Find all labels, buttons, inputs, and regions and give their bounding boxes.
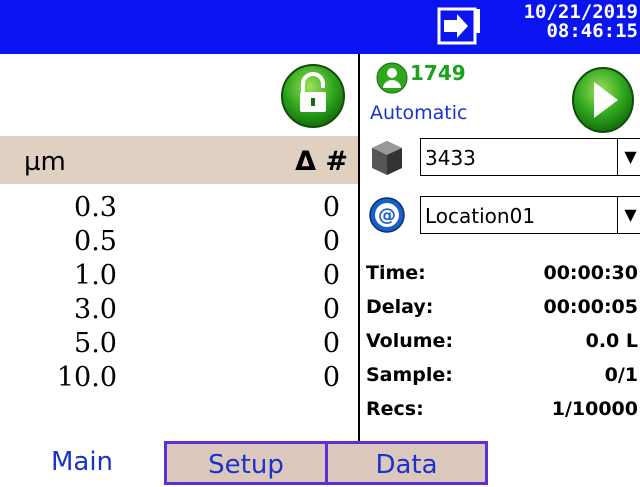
count-cell: 0 [322,192,340,223]
stat-value: 1/10000 [551,398,638,420]
count-cell: 0 [322,226,340,257]
stat-volume: Volume: 0.0 L [366,330,640,364]
size-cell: 0.5 [74,226,117,257]
count-cell: 0 [322,294,340,325]
stat-label: Time: [366,262,426,284]
size-cell: 3.0 [74,294,117,325]
stats-list: Time: 00:00:30 Delay: 00:00:05 Volume: 0… [366,262,640,432]
particle-panel: µm Δ # 0.3 0 0.5 0 1.0 0 3.0 0 5.0 0 10.… [0,54,358,441]
stat-value: 0/1 [604,364,638,386]
stat-recs: Recs: 1/10000 [366,398,640,432]
tab-data[interactable]: Data [328,441,488,485]
location-icon: @ [369,197,405,233]
table-row: 0.5 0 [0,226,358,260]
time-text: 08:46:15 [546,20,638,42]
table-row: 10.0 0 [0,362,358,396]
table-row: 1.0 0 [0,260,358,294]
particle-rows: 0.3 0 0.5 0 1.0 0 3.0 0 5.0 0 10.0 0 [0,192,358,396]
stat-label: Delay: [366,296,434,318]
size-cell: 5.0 [74,328,117,359]
exit-icon[interactable] [436,6,482,48]
count-cell: 0 [322,328,340,359]
stat-value: 0.0 L [585,330,638,352]
unit-header: µm [24,147,66,177]
location-value: Location01 [425,204,536,228]
instrument-value: 3433 [425,146,476,170]
delta-count-header: Δ # [295,146,348,177]
table-row: 5.0 0 [0,328,358,362]
stat-label: Volume: [366,330,454,352]
tab-setup[interactable]: Setup [164,441,328,485]
stat-label: Recs: [366,398,424,420]
table-header: µm Δ # [0,136,358,184]
tab-main[interactable]: Main [0,441,164,485]
stat-label: Sample: [366,364,453,386]
chevron-down-icon: ▼ [617,139,640,175]
stat-sample: Sample: 0/1 [366,364,640,398]
stat-value: 00:00:30 [543,262,638,284]
size-cell: 10.0 [56,362,117,393]
control-panel: 1749 Automatic 3433 ▼ @ Location01 ▼ Tim… [358,54,640,441]
instrument-icon [372,141,402,175]
svg-text:@: @ [378,205,396,226]
count-cell: 0 [322,362,340,393]
stat-time: Time: 00:00:30 [366,262,640,296]
size-cell: 1.0 [74,260,117,291]
chevron-down-icon: ▼ [617,197,640,233]
mode-label: Automatic [370,102,468,124]
stat-delay: Delay: 00:00:05 [366,296,640,330]
play-icon[interactable] [571,62,635,134]
sample-count: 1749 [410,61,466,85]
tab-bar: Main Setup Data [0,441,640,487]
top-bar: 10/21/2019 08:46:15 [0,0,640,54]
instrument-select[interactable]: 3433 ▼ [420,138,640,176]
person-icon [376,62,408,94]
date-time: 10/21/2019 08:46:15 [508,3,638,41]
location-select[interactable]: Location01 ▼ [420,196,640,234]
table-row: 0.3 0 [0,192,358,226]
size-cell: 0.3 [74,192,117,223]
stat-value: 00:00:05 [543,296,638,318]
unlock-icon[interactable] [276,62,350,130]
table-row: 3.0 0 [0,294,358,328]
count-cell: 0 [322,260,340,291]
